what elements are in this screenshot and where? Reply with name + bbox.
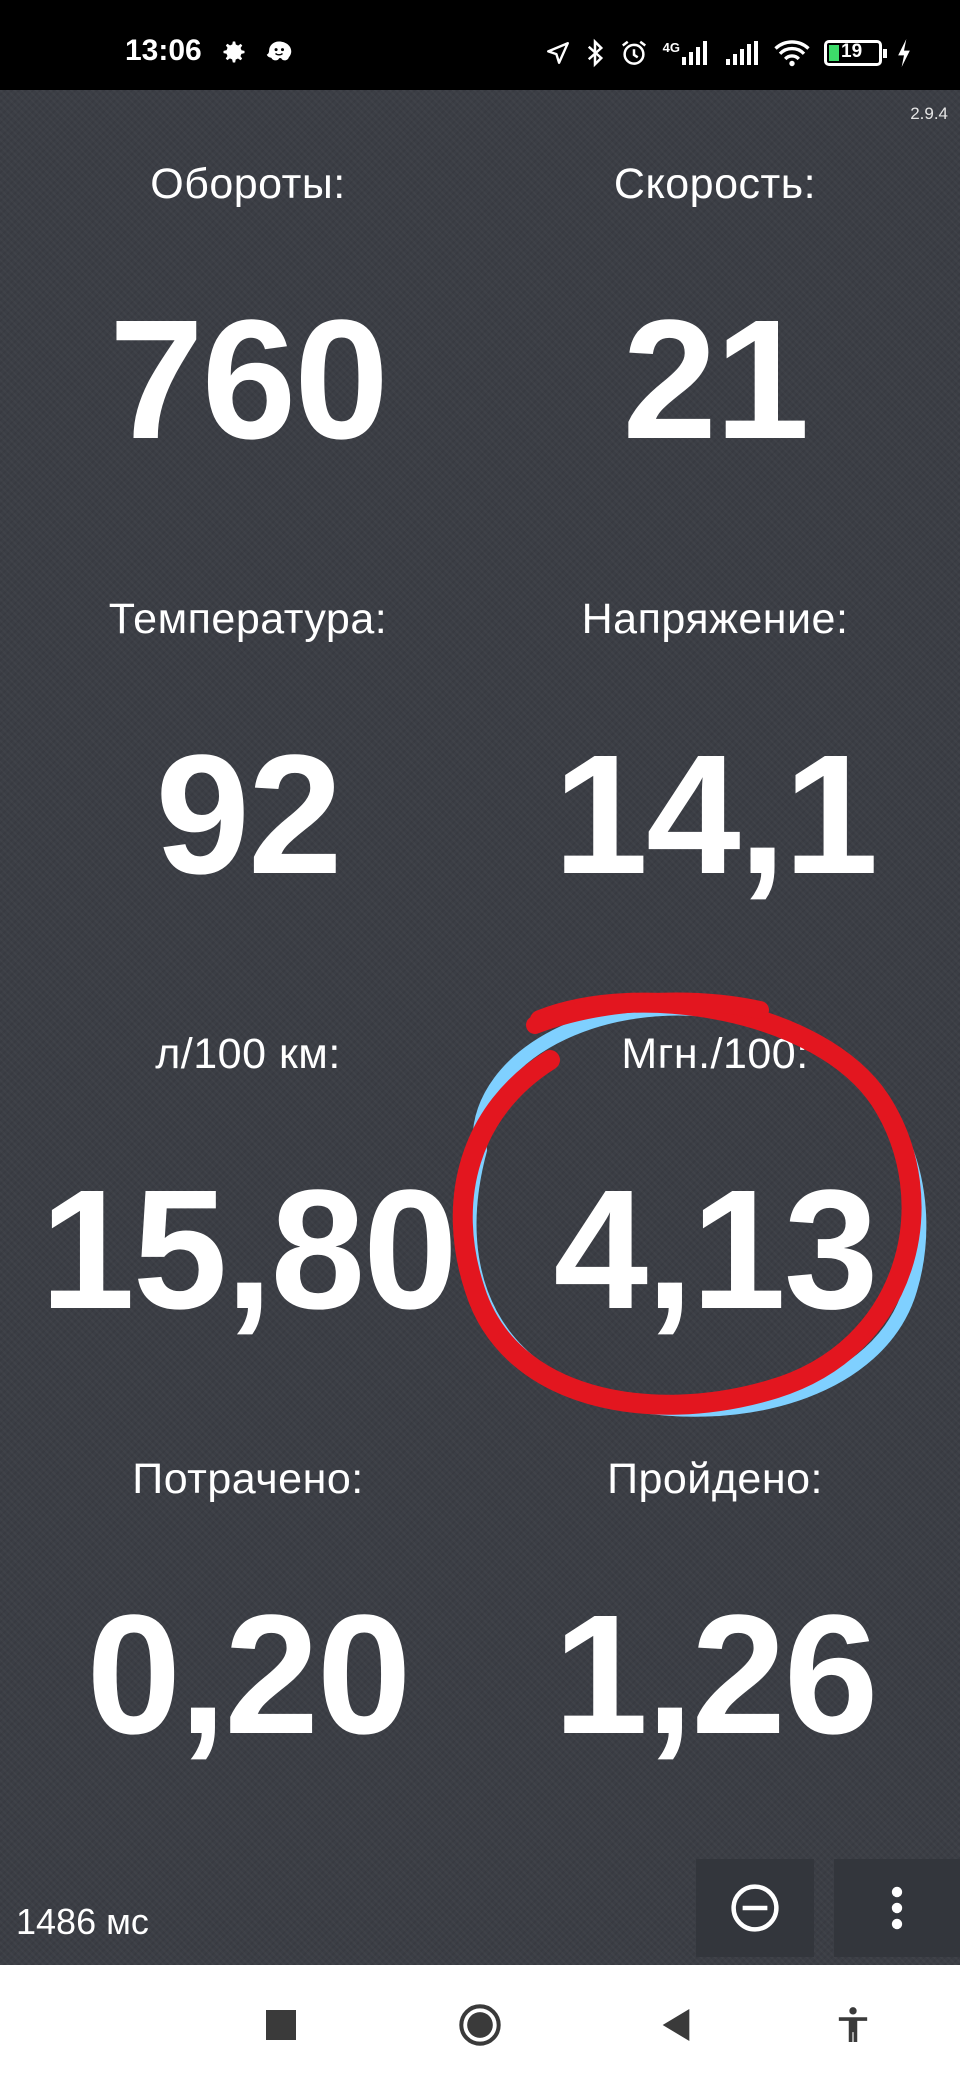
zoom-out-icon [731,1884,779,1932]
response-latency: 1486 мс [16,1901,149,1942]
metric-value: 4,13 [553,1155,879,1345]
system-nav-bar [0,1965,960,2083]
metric-value: 21 [622,285,809,475]
more-vert-icon [891,1886,903,1930]
back-button[interactable] [652,2001,700,2049]
bluetooth-icon [587,38,603,68]
obd-dashboard: 2.9.4 Обороты: 760 Скорость: 21 Температ… [0,90,960,1965]
more-options-button[interactable] [834,1859,960,1957]
charging-icon [898,39,910,67]
metric-value: 15,80 [40,1155,457,1345]
wifi-icon [774,40,810,67]
metric-label: Пройдено: [607,1455,823,1503]
metric-value: 14,1 [553,720,879,910]
battery-level [829,45,839,61]
status-time: 13:06 [125,34,202,67]
metric-label: Потрачено: [132,1455,364,1503]
waze-icon [266,41,292,61]
gear-icon [223,41,245,63]
accessibility-icon [838,2007,868,2042]
alarm-icon [621,40,646,65]
metric-value: 1,26 [553,1580,879,1770]
app-version: 2.9.4 [910,104,948,123]
zoom-out-button[interactable] [696,1859,814,1957]
metric-value: 760 [109,285,389,475]
home-icon [459,2004,501,2046]
battery-icon: 19 [824,40,887,66]
metric-label: Обороты: [150,160,346,208]
metric-label: л/100 км: [155,1030,341,1078]
metric-label: Скорость: [613,160,817,208]
signal-icon [682,41,707,65]
recents-icon [266,2010,296,2040]
battery-percent: 19 [841,41,863,62]
signal-icon [726,41,758,65]
status-bar: 13:06 4G 19 [0,0,960,90]
metric-value: 92 [155,720,342,910]
back-icon [662,2009,690,2041]
recents-button[interactable] [257,2001,305,2049]
home-button[interactable] [456,2001,504,2049]
location-icon [546,42,569,64]
metric-label: Напряжение: [581,595,849,643]
cellular-signal-1: 4G [663,41,712,65]
accessibility-button[interactable] [829,2001,877,2049]
metric-value: 0,20 [86,1580,412,1770]
network-label: 4G [662,40,680,55]
metric-label: Мгн./100: [621,1030,809,1078]
metric-label: Температура: [108,595,388,643]
